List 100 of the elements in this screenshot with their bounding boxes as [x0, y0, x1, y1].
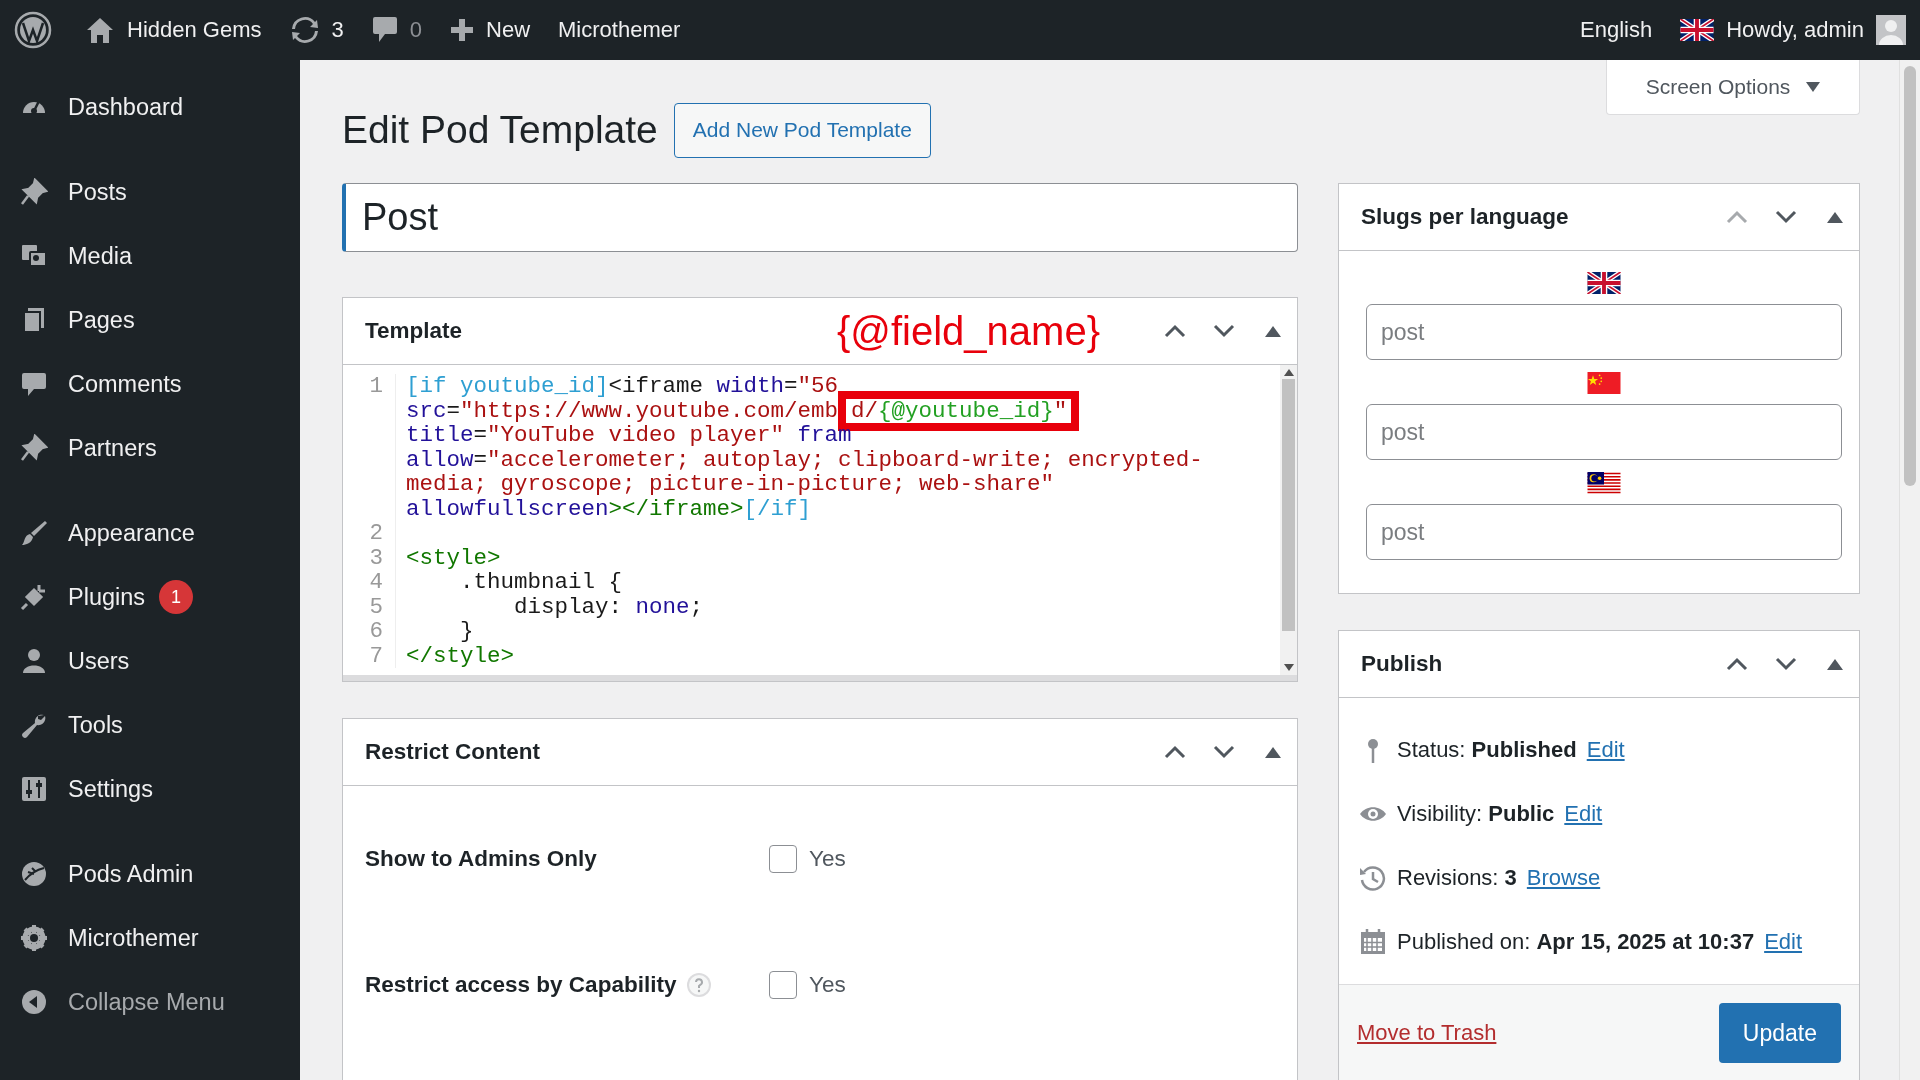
edit-link[interactable]: Browse	[1526, 865, 1601, 891]
chevron-down-icon	[1774, 210, 1797, 224]
panel-title: Restrict Content	[365, 739, 540, 765]
chevron-up-icon	[1725, 210, 1748, 224]
code-line: display: none;	[513, 594, 704, 619]
flag-icon	[1680, 19, 1715, 41]
line-number: 4	[343, 570, 396, 595]
plus-icon	[450, 18, 474, 42]
sidebar-item[interactable]: Pages	[0, 288, 300, 352]
sidebar-item[interactable]: Pods Admin	[0, 842, 300, 906]
edit-link[interactable]: Edit	[1764, 929, 1803, 955]
triangle-up-icon	[1826, 658, 1843, 670]
brush-icon	[20, 519, 48, 547]
history-icon	[1359, 864, 1387, 892]
collapse-icon	[20, 988, 48, 1016]
sidebar-item[interactable]: Posts	[0, 160, 300, 224]
meta-text: Published on: Apr 15, 2025 at 10:37	[1397, 929, 1755, 955]
triangle-up-icon	[1264, 325, 1281, 337]
wordpress-logo-icon	[13, 10, 53, 50]
slug-field[interactable]: post	[1366, 404, 1842, 460]
sidebar-item[interactable]: Settings	[0, 757, 300, 821]
sidebar-item[interactable]: Dashboard	[0, 75, 300, 139]
slug-field[interactable]: post	[1366, 504, 1842, 560]
meta-text: Revisions: 3	[1397, 865, 1517, 891]
code-line: media; gyroscope; picture-in-picture; web-share"	[406, 472, 1055, 497]
chevron-down-icon	[1212, 745, 1235, 759]
edit-link[interactable]: Edit	[1586, 737, 1625, 763]
leaf-icon	[20, 860, 48, 888]
pin-icon	[20, 178, 48, 206]
triangle-up-icon	[1826, 211, 1843, 223]
caret-icon	[1806, 82, 1821, 92]
user-icon	[20, 647, 48, 675]
chevron-down-icon	[1774, 657, 1797, 671]
line-number: 7	[343, 643, 396, 668]
code-line: [if youtube_id]<iframe width="56	[406, 374, 839, 399]
edit-link[interactable]: Edit	[1564, 801, 1603, 827]
refresh-icon	[289, 16, 320, 44]
chevron-down-icon	[1212, 324, 1235, 338]
code-editor[interactable]	[343, 365, 1297, 681]
trash-link[interactable]: Move to Trash	[1357, 1020, 1497, 1046]
meta-text: Status: Published	[1397, 737, 1577, 763]
chevron-up-icon	[1163, 324, 1186, 338]
title-field[interactable]: Post	[342, 183, 1298, 252]
annotation-text: {@field_name}	[837, 308, 1100, 354]
line-number: 3	[343, 545, 396, 570]
scrollbar[interactable]	[1280, 365, 1297, 675]
new-link[interactable]: New	[436, 0, 545, 60]
plug-icon	[20, 583, 48, 611]
flag-icon	[1587, 372, 1621, 394]
line-number: 2	[343, 521, 396, 546]
page-title: Edit Pod Template	[342, 108, 658, 152]
flag-icon	[1587, 272, 1621, 294]
arrow-up-icon	[1283, 368, 1294, 376]
sidebar-item[interactable]: Comments	[0, 352, 300, 416]
slug-field[interactable]: post	[1366, 304, 1842, 360]
update-button[interactable]: Update	[1718, 1003, 1841, 1063]
code-line: .thumbnail {	[459, 570, 623, 595]
code-line: allow="accelerometer; autoplay; clipboard-write; encrypted-	[406, 447, 1203, 472]
sidebar-item[interactable]: Plugins 1	[0, 565, 300, 629]
sidebar-item[interactable]: Partners	[0, 416, 300, 480]
avatar-icon	[1876, 15, 1906, 45]
gear-icon	[20, 924, 48, 952]
field-label: Restrict access by Capability	[365, 972, 677, 998]
code-line: allowfullscreen></iframe>[/if]	[406, 496, 812, 521]
field-label: Show to Admins Only	[365, 846, 597, 872]
line-number: 5	[343, 594, 396, 619]
arrow-down-icon	[1283, 664, 1294, 672]
menu-link[interactable]: Microthemer	[544, 0, 695, 60]
panel-title: Slugs per language	[1361, 204, 1569, 230]
panel-title: Template	[365, 318, 463, 344]
calendar-icon	[1359, 928, 1387, 956]
flag-icon	[1587, 472, 1621, 494]
line-number: 1	[343, 374, 396, 399]
account-link[interactable]: Howdy, admin	[1666, 0, 1920, 60]
sliders-icon	[20, 775, 48, 803]
comments-link[interactable]: 0	[357, 0, 436, 60]
screen-options-button[interactable]: Screen Options	[1606, 60, 1860, 115]
site-link[interactable]: Hidden Gems	[71, 0, 276, 60]
sidebar-item[interactable]: Tools	[0, 693, 300, 757]
sidebar-item[interactable]: Microthemer	[0, 906, 300, 970]
checkbox[interactable]	[769, 971, 797, 999]
collapse-menu-button[interactable]: Collapse Menu	[0, 970, 300, 1034]
count-badge: 1	[159, 580, 194, 614]
code-line: <style>	[406, 545, 501, 570]
language-link[interactable]: English	[1566, 0, 1667, 60]
sidebar-item[interactable]: Media	[0, 224, 300, 288]
chevron-up-icon	[1725, 657, 1748, 671]
sidebar-item[interactable]: Appearance	[0, 501, 300, 565]
triangle-up-icon	[1264, 746, 1281, 758]
code-line: }	[459, 619, 474, 644]
comment-icon	[20, 370, 48, 398]
add-new-button[interactable]: Add New Pod Template	[673, 102, 931, 158]
sidebar-item[interactable]: Users	[0, 629, 300, 693]
panel-title: Publish	[1361, 651, 1443, 677]
pin-icon	[20, 434, 48, 462]
home-icon	[85, 16, 115, 44]
checkbox[interactable]	[769, 845, 797, 873]
option-label: Yes	[809, 972, 846, 998]
chevron-up-icon	[1163, 745, 1186, 759]
updates-link[interactable]: 3	[275, 0, 358, 60]
